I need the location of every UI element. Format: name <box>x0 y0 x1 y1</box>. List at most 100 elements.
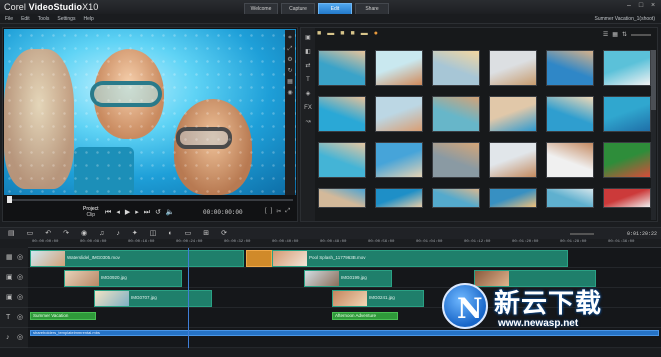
photo-icon[interactable]: ▬ <box>361 30 368 37</box>
scrubber-handle[interactable] <box>7 196 12 203</box>
grid-icon[interactable]: ▦ <box>287 79 293 85</box>
mixer-icon[interactable]: ♫ <box>99 230 104 238</box>
library-thumbnail[interactable] <box>318 96 366 132</box>
library-thumbnail[interactable] <box>318 188 366 208</box>
list-view-icon[interactable]: ☰ <box>603 31 608 38</box>
timeline-icon[interactable]: ▭ <box>27 230 34 238</box>
library-thumbnail[interactable] <box>489 142 537 178</box>
title-track-icon[interactable]: T <box>6 314 10 322</box>
video-clip[interactable]: Waterslidel_IMG0305.mov <box>30 250 244 267</box>
library-thumbnail[interactable] <box>432 188 480 208</box>
transition-clip[interactable] <box>246 250 272 267</box>
library-thumbnail[interactable] <box>546 188 594 208</box>
library-thumbnail[interactable] <box>432 50 480 86</box>
title-toggle-icon[interactable]: ◎ <box>17 314 23 322</box>
library-thumbnail[interactable] <box>546 50 594 86</box>
video-clip[interactable]: Pool Splash_1177963B.mov <box>272 250 568 267</box>
end-icon[interactable]: ⏭ <box>144 209 150 217</box>
split-clip-icon[interactable]: ✂ <box>276 208 281 215</box>
overlay-clip[interactable]: IMG0199.jpg <box>304 270 392 287</box>
time-remap-icon[interactable]: ⟳ <box>221 230 227 238</box>
preview-timecode[interactable]: 00:00:00:00 <box>203 209 243 216</box>
library-thumbnail[interactable] <box>375 142 423 178</box>
subtitle-icon[interactable]: ▭ <box>185 230 192 238</box>
tab-edit[interactable]: Edit <box>318 3 352 14</box>
settings-icon[interactable]: ⚙ <box>287 57 293 63</box>
prev-frame-icon[interactable]: ◂ <box>116 209 120 217</box>
folder-icon[interactable]: ■ <box>340 30 344 37</box>
scrubber[interactable] <box>7 196 293 203</box>
timeline-zoom-slider[interactable] <box>570 233 594 235</box>
menu-help[interactable]: Help <box>83 16 93 22</box>
graphic-icon[interactable]: ◈ <box>304 90 312 98</box>
thumbnail-view-icon[interactable]: ▦ <box>612 31 618 38</box>
sort-icon[interactable]: ⇅ <box>622 31 627 38</box>
overlay-track-icon[interactable]: ▣ <box>6 294 13 302</box>
redo-icon[interactable]: ↷ <box>63 230 69 238</box>
library-thumbnail[interactable] <box>603 50 651 86</box>
mark-in-icon[interactable]: [ <box>265 208 267 215</box>
playhead[interactable] <box>188 248 189 348</box>
video-icon[interactable]: ■ <box>350 30 354 37</box>
multicam-icon[interactable]: ⊞ <box>203 230 209 238</box>
crop-icon[interactable]: ⌗ <box>287 35 293 41</box>
library-thumbnail[interactable] <box>489 50 537 86</box>
video-track-icon[interactable]: ▦ <box>6 254 13 262</box>
overlay-clip[interactable]: IMG0920.jpg <box>64 270 182 287</box>
preview-window[interactable]: ⌗ ⤢ ⚙ ↻ ▦ ◉ <box>4 29 296 195</box>
library-thumbnail[interactable] <box>375 96 423 132</box>
record-icon[interactable]: ◉ <box>81 230 87 238</box>
folder-icon[interactable]: ■ <box>317 30 321 37</box>
tab-share[interactable]: Share <box>355 3 389 14</box>
play-icon[interactable]: ▶ <box>125 209 130 217</box>
repeat-icon[interactable]: ↺ <box>155 209 161 217</box>
menu-edit[interactable]: Edit <box>21 16 30 22</box>
timeline-ruler[interactable]: 00:00:00:00 00:00:08:00 00:00:16:00 00:00:2… <box>28 240 661 248</box>
title-clip[interactable]: Afternoon Adventure <box>332 312 398 320</box>
scale-icon[interactable]: ⤢ <box>287 46 293 52</box>
home-icon[interactable]: ⏮ <box>105 209 111 217</box>
instant-project-icon[interactable]: ◧ <box>304 48 312 56</box>
transition-icon[interactable]: ⇄ <box>304 62 312 70</box>
undo-icon[interactable]: ↶ <box>45 230 51 238</box>
close-icon[interactable]: × <box>649 2 657 9</box>
library-scroll-thumb[interactable] <box>651 50 656 110</box>
overlay-clip[interactable]: IMG0241.jpg <box>332 290 424 307</box>
path-icon[interactable]: ↝ <box>304 118 312 126</box>
maximize-icon[interactable]: □ <box>637 2 645 9</box>
library-thumbnail[interactable] <box>432 142 480 178</box>
minimize-icon[interactable]: – <box>625 2 633 9</box>
overlay-toggle-icon[interactable]: ◎ <box>17 294 23 302</box>
mode-clip[interactable]: Clip <box>83 212 99 218</box>
library-thumbnail[interactable] <box>603 142 651 178</box>
mark-out-icon[interactable]: ] <box>271 208 273 215</box>
tab-welcome[interactable]: Welcome <box>244 3 278 14</box>
library-scrollbar[interactable] <box>651 50 656 220</box>
rotate-icon[interactable]: ↻ <box>287 68 293 74</box>
audio-icon[interactable]: ● <box>374 30 378 37</box>
overlay-track-icon[interactable]: ▣ <box>6 274 13 282</box>
library-thumbnail[interactable] <box>546 142 594 178</box>
title-icon[interactable]: T <box>304 76 312 84</box>
library-thumbnail[interactable] <box>489 188 537 208</box>
menu-settings[interactable]: Settings <box>57 16 75 22</box>
mask-icon[interactable]: ◐ <box>168 230 172 238</box>
library-thumbnail[interactable] <box>489 96 537 132</box>
library-thumbnail[interactable] <box>546 96 594 132</box>
auto-music-icon[interactable]: ♪ <box>116 230 120 238</box>
split-icon[interactable]: ◫ <box>150 230 157 238</box>
thumbnail-size-slider[interactable] <box>631 33 651 36</box>
music-toggle-icon[interactable]: ◎ <box>17 334 23 342</box>
library-thumbnail[interactable] <box>603 188 651 208</box>
next-frame-icon[interactable]: ▸ <box>135 209 139 217</box>
motion-icon[interactable]: ✦ <box>132 230 138 238</box>
menu-tools[interactable]: Tools <box>38 16 50 22</box>
storyboard-icon[interactable]: ▤ <box>8 230 15 238</box>
tab-capture[interactable]: Capture <box>281 3 315 14</box>
media-icon[interactable]: ▣ <box>304 34 312 42</box>
filter-icon[interactable]: FX <box>304 104 312 112</box>
volume-icon[interactable]: 🔈 <box>166 209 175 217</box>
folder-open-icon[interactable]: ▬ <box>327 30 334 37</box>
title-clip[interactable]: Summer Vacation <box>30 312 96 320</box>
library-thumbnail[interactable] <box>318 142 366 178</box>
